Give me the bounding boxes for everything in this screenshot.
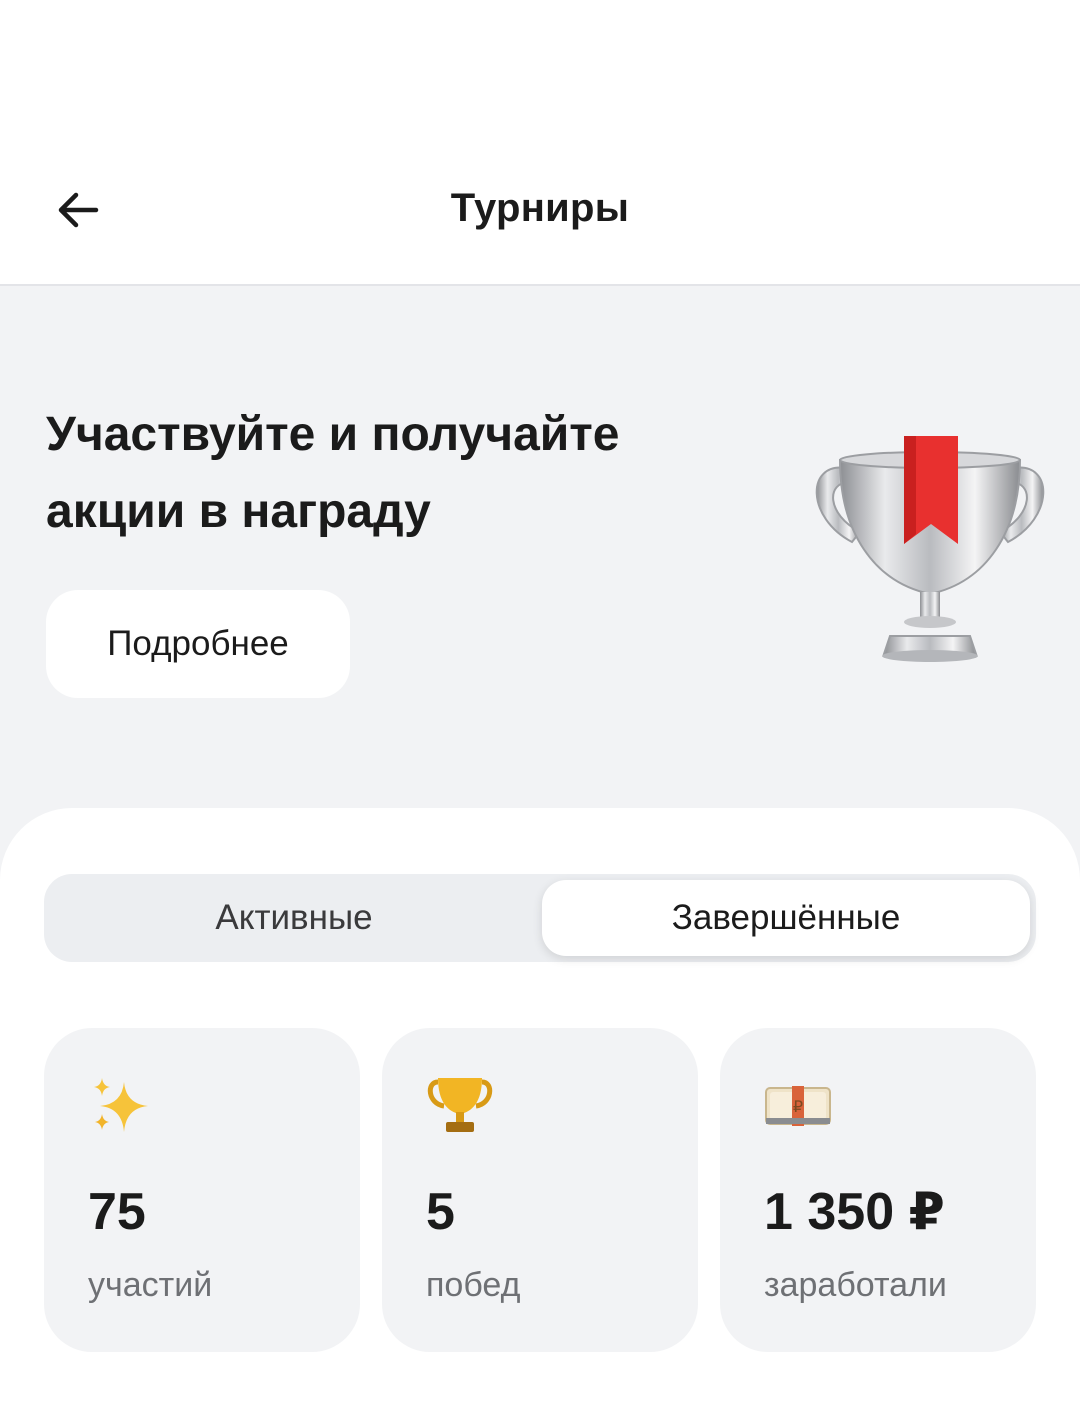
svg-text:₽: ₽ [793,1099,803,1116]
top-bar: Турниры [0,0,1080,286]
earnings-value: 1 350 ₽ [764,1183,945,1241]
page-title: Турниры [450,186,630,230]
earnings-label: заработали [764,1266,947,1304]
stat-card-earnings: ₽ 1 350 ₽ заработали [720,1028,1036,1352]
wins-label: побед [426,1266,521,1304]
sparkles-icon [94,1078,148,1132]
participations-value: 75 [88,1183,146,1241]
trophy-icon [427,1078,493,1132]
wins-value: 5 [426,1183,455,1241]
promo-banner: Участвуйте и получайте акции в награду П… [0,286,1080,826]
tab-active[interactable]: Активные [50,880,538,956]
participations-label: участий [88,1266,213,1304]
tab-completed[interactable]: Завершённые [542,880,1030,956]
stat-card-participations: 75 участий [44,1028,360,1352]
tournaments-sheet: Активные Завершённые 75 участий 5 побед … [0,808,1080,1417]
more-button[interactable]: Подробнее [46,590,350,698]
tournament-status-tabs: Активные Завершённые [44,874,1036,962]
stat-card-wins: 5 побед [382,1028,698,1352]
silver-trophy-ribbon-icon [815,436,1045,662]
money-bag-icon: ₽ [765,1086,831,1126]
promo-heading: Участвуйте и получайте акции в награду [46,408,620,538]
